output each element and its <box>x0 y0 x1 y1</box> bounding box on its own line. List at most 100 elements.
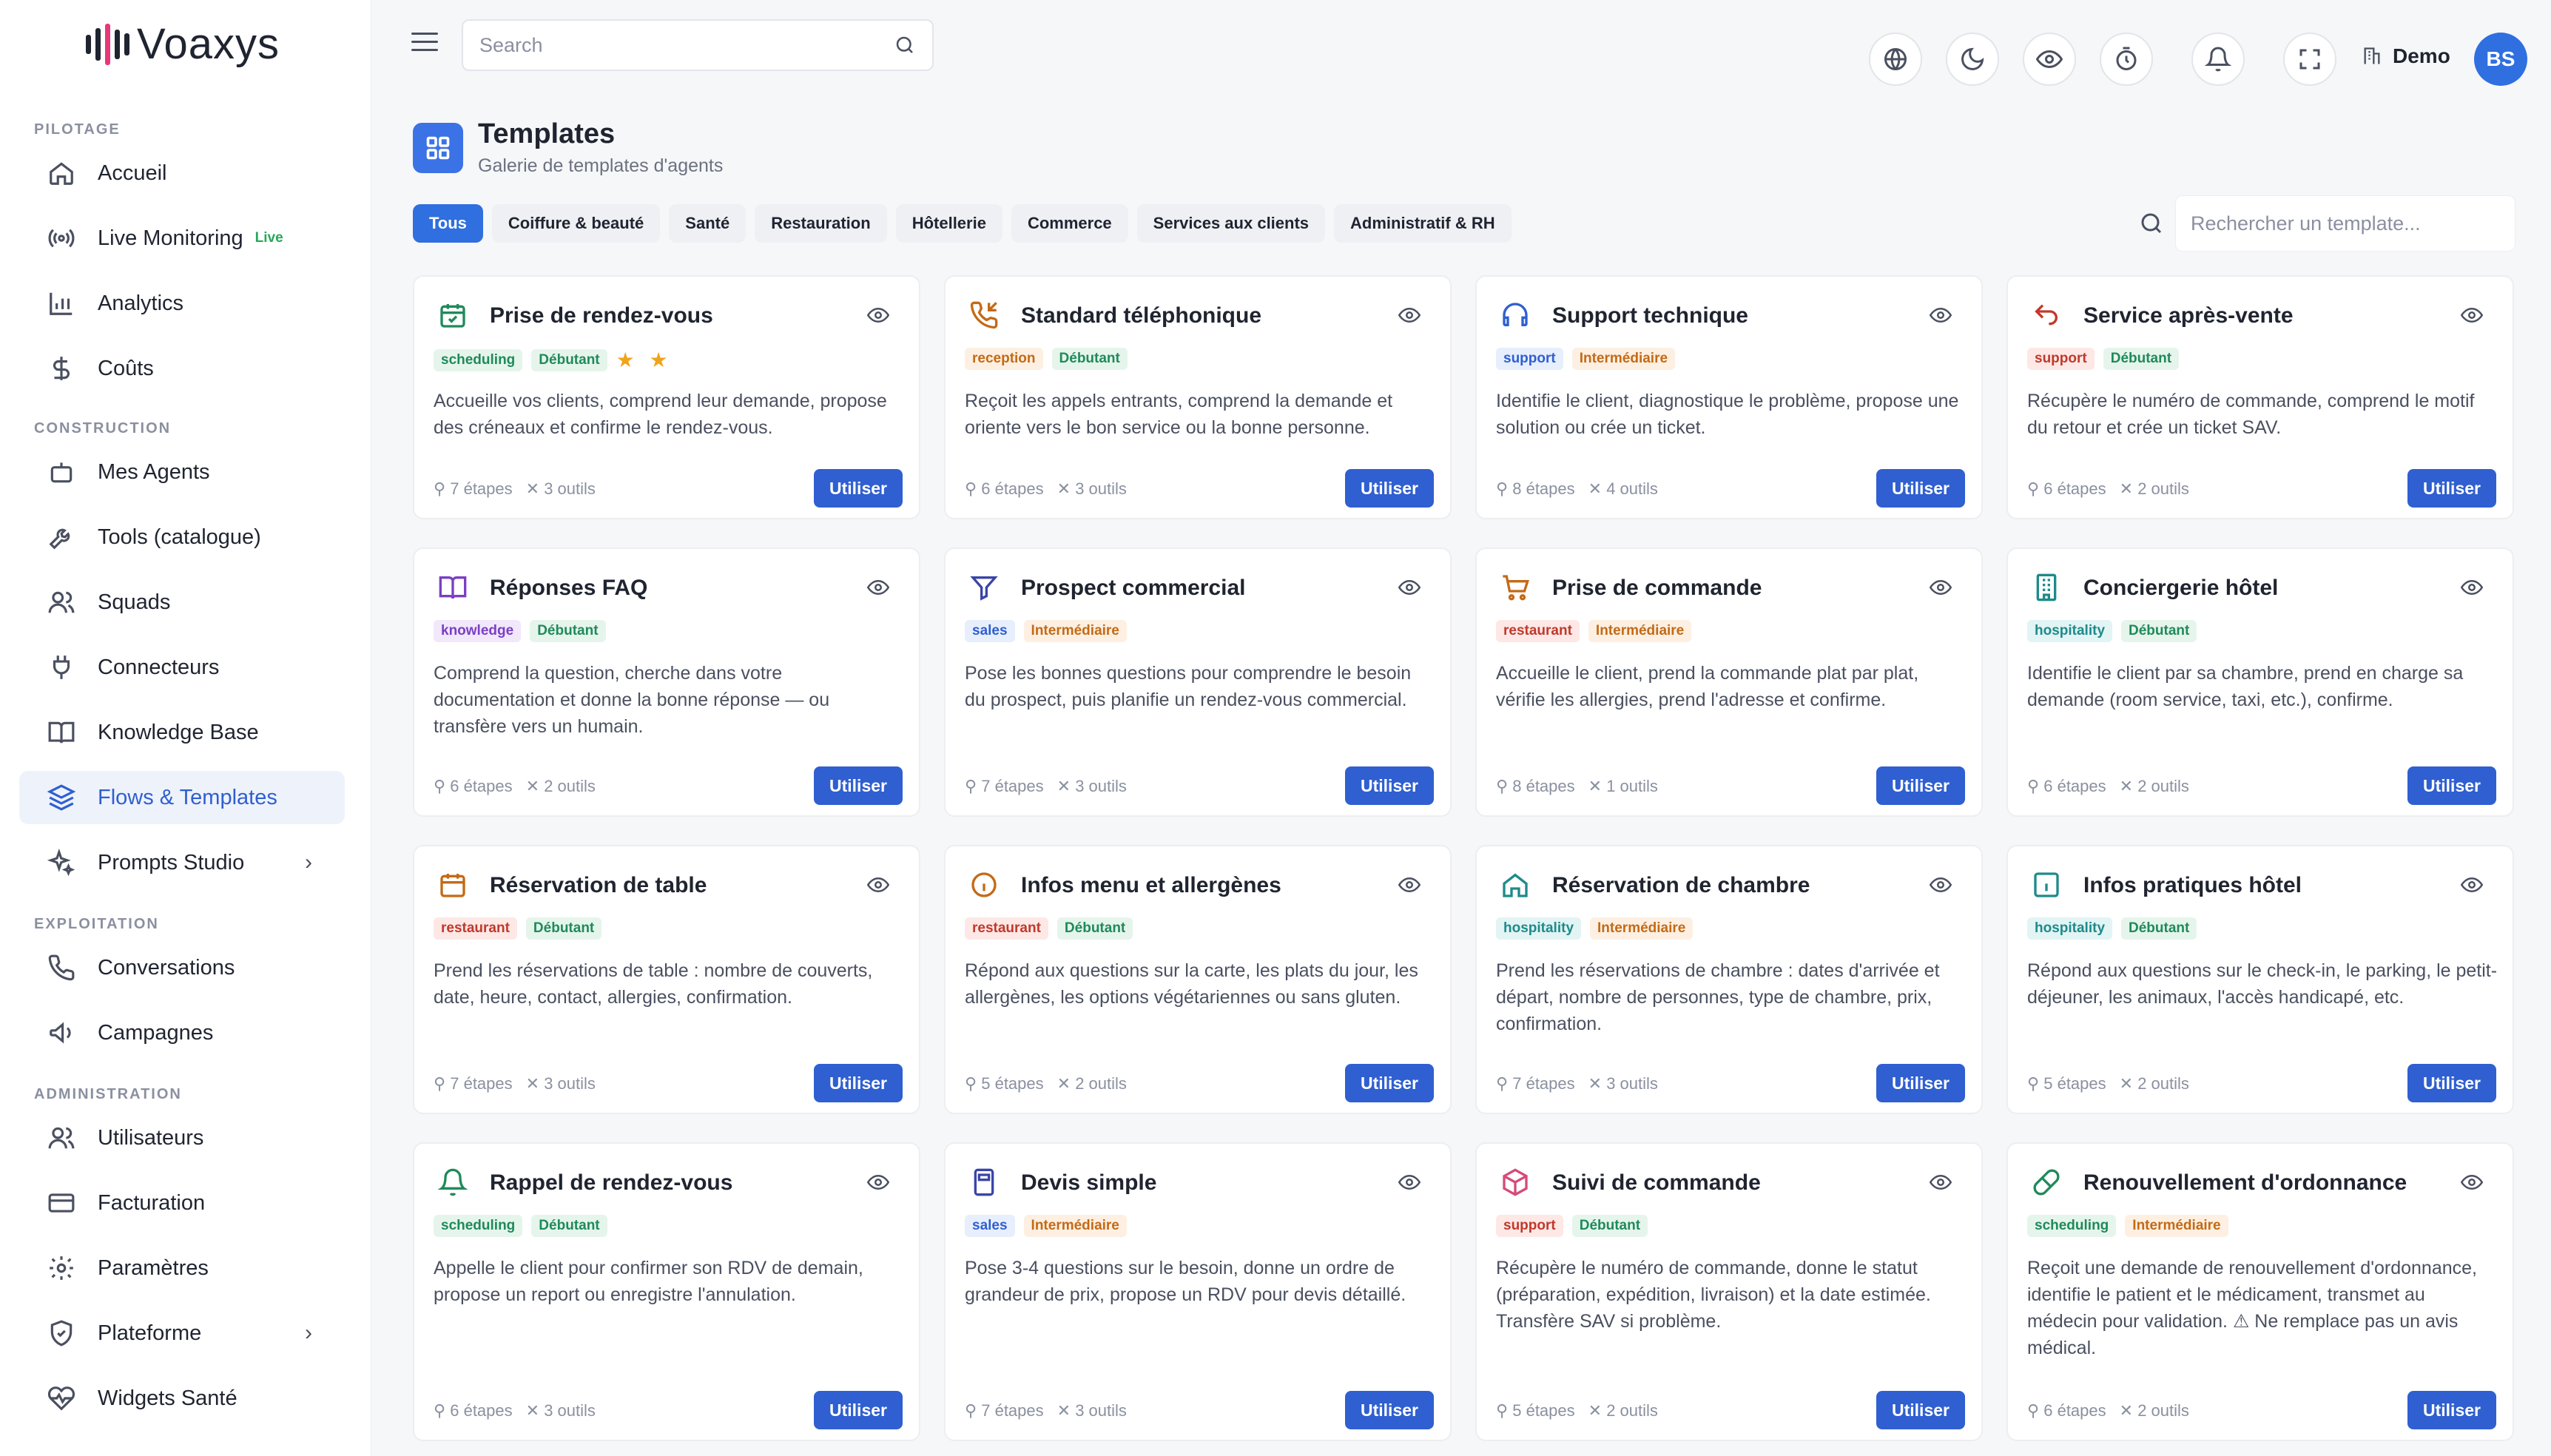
menu-toggle-icon[interactable] <box>411 33 438 53</box>
template-description: Accueille le client, prend la commande p… <box>1496 663 1919 710</box>
sidebar-item-parametres[interactable]: Paramètres <box>19 1241 345 1295</box>
preview-eye-icon[interactable] <box>2460 1173 2484 1191</box>
template-card[interactable]: Réservation de table restaurant Débutant Pr… <box>413 845 920 1114</box>
use-template-button[interactable]: Utiliser <box>1876 766 1965 805</box>
preview-eye-icon[interactable] <box>1929 579 1952 596</box>
preview-eye-icon[interactable] <box>1929 876 1952 894</box>
bar-chart-icon <box>46 288 77 319</box>
avatar[interactable]: BS <box>2474 33 2527 86</box>
sidebar-item-mes-agents[interactable]: Mes Agents <box>19 445 345 499</box>
users-icon <box>46 587 77 618</box>
use-template-button[interactable]: Utiliser <box>1876 1391 1965 1429</box>
preview-eye-icon[interactable] <box>2460 306 2484 324</box>
visibility-button[interactable] <box>2023 33 2076 86</box>
preview-eye-icon[interactable] <box>1398 306 1421 324</box>
preview-eye-icon[interactable] <box>866 579 890 596</box>
use-template-button[interactable]: Utiliser <box>2407 469 2496 508</box>
language-globe-button[interactable] <box>1869 33 1922 86</box>
sidebar-item-utilisateurs[interactable]: Utilisateurs <box>19 1111 345 1165</box>
preview-eye-icon[interactable] <box>1398 876 1421 894</box>
template-card[interactable]: Conciergerie hôtel hospitality Débutant Ide… <box>2006 547 2514 817</box>
sidebar-item-label: Accueil <box>98 161 167 185</box>
use-template-button[interactable]: Utiliser <box>814 766 903 805</box>
template-card[interactable]: Réponses FAQ knowledge Débutant Comprend la… <box>413 547 920 817</box>
template-search-input[interactable]: Rechercher un template... <box>2175 195 2515 252</box>
use-template-button[interactable]: Utiliser <box>1876 1064 1965 1102</box>
timer-button[interactable] <box>2100 33 2153 86</box>
template-card[interactable]: Infos menu et allergènes restaurant Débuta… <box>944 845 1452 1114</box>
template-card[interactable]: Prise de commande restaurant Intermédiaire… <box>1475 547 1983 817</box>
use-template-button[interactable]: Utiliser <box>1345 1064 1434 1102</box>
use-template-button[interactable]: Utiliser <box>2407 1064 2496 1102</box>
shield-icon <box>46 1318 77 1349</box>
use-template-button[interactable]: Utiliser <box>1876 469 1965 508</box>
sidebar-item-label: Facturation <box>98 1190 206 1215</box>
template-card[interactable]: Renouvellement d'ordonnance scheduling Int… <box>2006 1142 2514 1441</box>
tab-sante[interactable]: Santé <box>669 204 747 243</box>
template-card[interactable]: Réservation de chambre hospitality Intermé… <box>1475 845 1983 1114</box>
page-subtitle: Galerie de templates d'agents <box>478 155 724 176</box>
preview-eye-icon[interactable] <box>1929 1173 1952 1191</box>
use-template-button[interactable]: Utiliser <box>814 469 903 508</box>
template-badges: knowledge Débutant <box>434 620 606 642</box>
preview-eye-icon[interactable] <box>2460 579 2484 596</box>
level-badge: Débutant <box>531 348 607 371</box>
preview-eye-icon[interactable] <box>866 306 890 324</box>
fullscreen-button[interactable] <box>2283 33 2336 86</box>
tab-tous[interactable]: Tous <box>413 204 483 243</box>
use-template-button[interactable]: Utiliser <box>814 1391 903 1429</box>
template-card[interactable]: Standard téléphonique reception Débutant Re… <box>944 275 1452 519</box>
use-template-button[interactable]: Utiliser <box>1345 1391 1434 1429</box>
tab-services-clients[interactable]: Services aux clients <box>1136 204 1326 243</box>
tools-count: ✕ 1 outils <box>1588 777 1658 795</box>
workspace-switcher[interactable]: Demo <box>2362 44 2450 68</box>
brand-name: Voaxys <box>137 20 280 68</box>
template-card[interactable]: Prospect commercial sales Intermédiaire Pos… <box>944 547 1452 817</box>
tab-coiffure-beaute[interactable]: Coiffure & beauté <box>491 204 661 243</box>
brand-logo[interactable]: Voaxys <box>86 19 280 69</box>
timer-icon <box>2116 47 2137 70</box>
sidebar-item-analytics[interactable]: Analytics <box>19 277 345 330</box>
template-card[interactable]: Devis simple sales Intermédiaire Pose 3-4 q… <box>944 1142 1452 1441</box>
dark-mode-button[interactable] <box>1946 33 1999 86</box>
template-card[interactable]: Infos pratiques hôtel hospitality Débutant… <box>2006 845 2514 1114</box>
preview-eye-icon[interactable] <box>866 876 890 894</box>
sidebar-item-prompts-studio[interactable]: Prompts Studio › <box>19 836 345 889</box>
tab-hotellerie[interactable]: Hôtellerie <box>895 204 1002 243</box>
sidebar-item-campagnes[interactable]: Campagnes <box>19 1006 345 1059</box>
preview-eye-icon[interactable] <box>1398 579 1421 596</box>
sidebar-item-flows-templates[interactable]: Flows & Templates <box>19 771 345 824</box>
preview-eye-icon[interactable] <box>866 1173 890 1191</box>
use-template-button[interactable]: Utiliser <box>1345 766 1434 805</box>
sidebar-item-tools[interactable]: Tools (catalogue) <box>19 510 345 564</box>
tab-commerce[interactable]: Commerce <box>1011 204 1128 243</box>
sidebar-item-connecteurs[interactable]: Connecteurs <box>19 641 345 694</box>
template-card[interactable]: Prise de rendez-vous scheduling Débutant ★ … <box>413 275 920 519</box>
template-card[interactable]: Suivi de commande support Débutant Récupère… <box>1475 1142 1983 1441</box>
sidebar-item-widgets-sante[interactable]: Widgets Santé <box>19 1372 345 1425</box>
sidebar-item-conversations[interactable]: Conversations <box>19 941 345 994</box>
global-search-input[interactable]: Search <box>462 19 934 71</box>
sidebar-item-knowledge-base[interactable]: Knowledge Base <box>19 706 345 759</box>
preview-eye-icon[interactable] <box>1929 306 1952 324</box>
logo-mark-icon <box>86 22 129 67</box>
use-template-button[interactable]: Utiliser <box>2407 766 2496 805</box>
use-template-button[interactable]: Utiliser <box>2407 1391 2496 1429</box>
sidebar-item-couts[interactable]: Coûts <box>19 342 345 395</box>
sidebar-item-plateforme[interactable]: Plateforme › <box>19 1307 345 1360</box>
sidebar-item-accueil[interactable]: Accueil <box>19 146 345 200</box>
use-template-button[interactable]: Utiliser <box>1345 469 1434 508</box>
template-meta: ⚲ 7 étapes ✕ 3 outils <box>434 479 596 499</box>
tab-administratif-rh[interactable]: Administratif & RH <box>1334 204 1512 243</box>
preview-eye-icon[interactable] <box>2460 876 2484 894</box>
tab-restauration[interactable]: Restauration <box>755 204 887 243</box>
template-card[interactable]: Support technique support Intermédiaire Ide… <box>1475 275 1983 519</box>
template-card[interactable]: Service après-vente support Débutant Récupè… <box>2006 275 2514 519</box>
preview-eye-icon[interactable] <box>1398 1173 1421 1191</box>
notifications-button[interactable] <box>2191 33 2245 86</box>
sidebar-item-squads[interactable]: Squads <box>19 576 345 629</box>
template-card[interactable]: Rappel de rendez-vous scheduling Débutant A… <box>413 1142 920 1441</box>
use-template-button[interactable]: Utiliser <box>814 1064 903 1102</box>
sidebar-item-facturation[interactable]: Facturation <box>19 1176 345 1230</box>
sidebar-item-live-monitoring[interactable]: Live Monitoring Live <box>19 212 345 265</box>
